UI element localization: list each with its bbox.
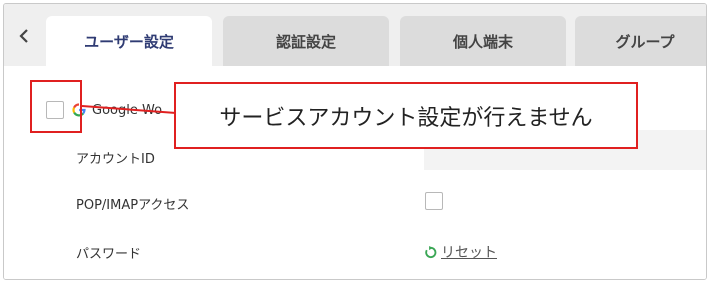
tab-user-settings[interactable]: ユーザー設定 xyxy=(46,16,212,66)
google-workspace-label: Google Wo xyxy=(92,102,163,118)
annotation-text: サービスアカウント設定が行えません xyxy=(219,105,593,131)
google-icon xyxy=(72,103,86,117)
google-workspace-row: Google Wo xyxy=(72,100,162,120)
back-button[interactable] xyxy=(10,22,38,50)
account-id-label: アカウントID xyxy=(76,152,155,167)
tab-personal-devices[interactable]: 個人端末 xyxy=(400,16,566,66)
refresh-icon xyxy=(425,245,437,258)
reset-label: リセット xyxy=(441,245,497,261)
pop-imap-label: POP/IMAPアクセス xyxy=(76,198,190,213)
annotation-callout: サービスアカウント設定が行えません xyxy=(174,82,638,149)
tab-groups[interactable]: グループ xyxy=(575,16,706,66)
password-reset-link[interactable]: リセット xyxy=(424,242,497,262)
pop-imap-checkbox[interactable] xyxy=(425,192,443,210)
chevron-left-icon xyxy=(19,29,28,43)
password-label: パスワード xyxy=(76,247,142,262)
tab-bar: ユーザー設定 認証設定 個人端末 グループ xyxy=(4,4,706,66)
google-workspace-checkbox[interactable] xyxy=(46,101,64,119)
tab-auth-settings[interactable]: 認証設定 xyxy=(223,16,389,66)
